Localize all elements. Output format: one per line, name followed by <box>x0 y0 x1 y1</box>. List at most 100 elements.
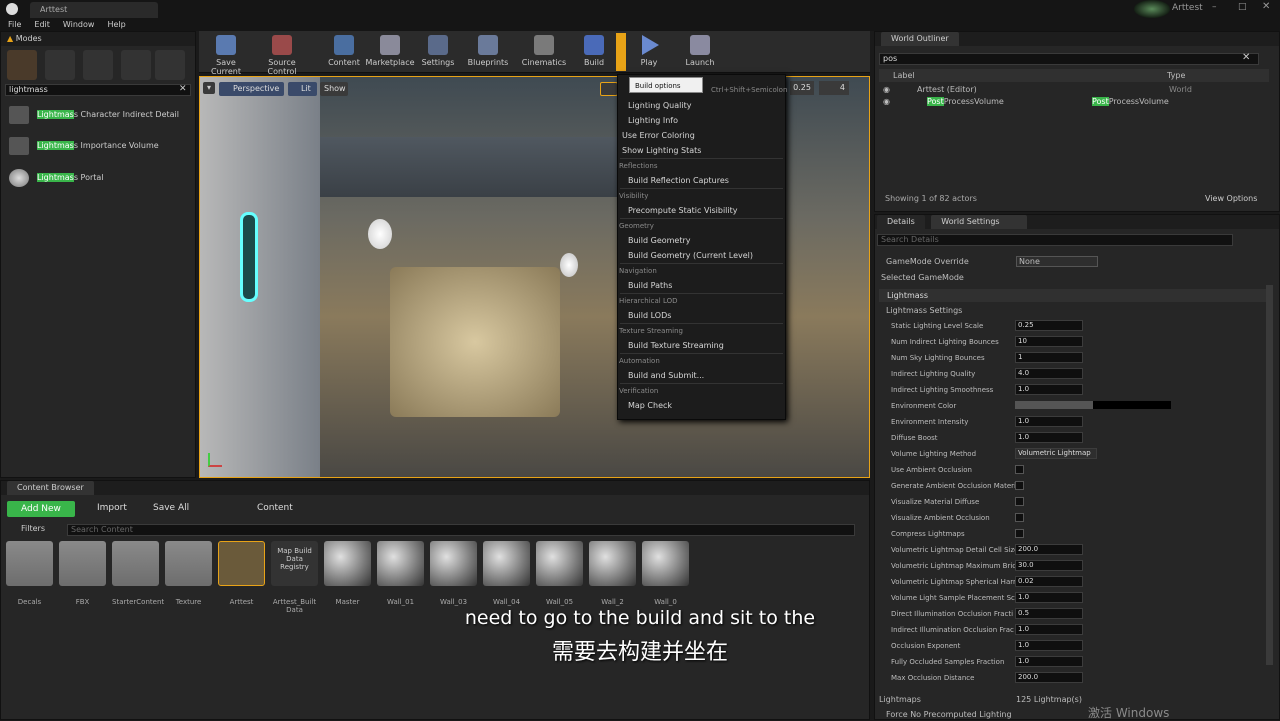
column-label[interactable]: Label <box>893 69 915 82</box>
menu-item[interactable]: Build Texture Streaming <box>618 338 785 353</box>
world-outliner-tab[interactable]: World Outliner <box>875 32 1279 46</box>
gamemode-select[interactable]: None <box>1016 256 1098 267</box>
menu-item[interactable]: Show Lighting Stats <box>618 143 785 158</box>
table-row[interactable]: ◉ PostProcessVolume PostProcessVolume <box>879 96 1269 107</box>
property-value[interactable]: 0.25 <box>1015 320 1083 331</box>
property-checkbox[interactable] <box>1015 513 1024 522</box>
details-scrollbar[interactable] <box>1266 285 1273 665</box>
list-item[interactable]: Lightmass Portal <box>9 169 193 187</box>
tab-details[interactable]: Details <box>877 215 925 229</box>
content-browser-tab[interactable]: Content Browser <box>1 481 869 495</box>
place-mode-icon[interactable] <box>7 50 37 80</box>
launch-button[interactable]: Launch <box>675 31 725 71</box>
add-new-button[interactable]: Add New <box>7 501 75 517</box>
source-control-indicator-icon[interactable] <box>1134 0 1170 18</box>
property-value[interactable]: 0.02 <box>1015 576 1083 587</box>
asset-tile[interactable]: Wall_05 <box>536 541 583 613</box>
path-breadcrumb[interactable]: Content <box>257 503 293 513</box>
asset-tile[interactable]: Decals <box>6 541 53 613</box>
build-button[interactable]: Build <box>570 31 618 71</box>
tab-world-settings[interactable]: World Settings <box>931 215 1028 229</box>
property-value[interactable]: 1.0 <box>1015 384 1083 395</box>
menu-window[interactable]: Window <box>63 20 95 29</box>
menu-item[interactable]: Build Paths <box>618 278 785 293</box>
modes-search-input[interactable]: lightmass <box>5 84 191 96</box>
menu-item[interactable]: Build and Submit... <box>618 368 785 383</box>
property-value[interactable]: 1.0 <box>1015 416 1083 427</box>
property-value[interactable]: 1.0 <box>1015 624 1083 635</box>
perspective-button[interactable]: Perspective <box>219 82 284 96</box>
property-value[interactable]: 1.0 <box>1015 592 1083 603</box>
details-search-input[interactable]: Search Details <box>877 234 1233 246</box>
settings-button[interactable]: Settings <box>413 31 463 71</box>
menu-item[interactable]: Map Check <box>618 398 785 413</box>
minimize-icon[interactable]: – <box>1212 2 1217 12</box>
filters-button[interactable]: Filters <box>21 524 45 533</box>
maximize-icon[interactable]: □ <box>1238 2 1247 12</box>
property-value[interactable]: 1.0 <box>1015 640 1083 651</box>
menu-edit[interactable]: Edit <box>34 20 50 29</box>
menu-item[interactable]: Precompute Static Visibility <box>618 203 785 218</box>
property-value[interactable]: 200.0 <box>1015 672 1083 683</box>
lightmass-settings-row[interactable]: Lightmass Settings <box>886 306 962 315</box>
asset-tile[interactable]: Master <box>324 541 371 613</box>
asset-tile[interactable]: Wall_2 <box>589 541 636 613</box>
asset-tile[interactable]: Wall_0 <box>642 541 689 613</box>
asset-tile[interactable]: StarterContent <box>112 541 164 613</box>
property-value[interactable]: 4.0 <box>1015 368 1083 379</box>
asset-tile[interactable]: Wall_03 <box>430 541 477 613</box>
modes-tab[interactable]: ▲ Modes <box>1 32 195 46</box>
document-tab[interactable]: Arttest <box>30 2 158 18</box>
property-value[interactable]: 30.0 <box>1015 560 1083 571</box>
visibility-eye-icon[interactable]: ◉ <box>883 84 890 95</box>
show-button[interactable]: Show <box>320 82 348 96</box>
geometry-mode-icon[interactable] <box>155 50 185 80</box>
list-item[interactable]: Lightmass Importance Volume <box>9 137 193 155</box>
asset-tile[interactable]: Map Build Data Registry Arttest_Built Dat… <box>271 541 318 614</box>
menu-item[interactable]: Build Reflection Captures <box>618 173 785 188</box>
lightmass-section[interactable]: Lightmass <box>879 289 1271 302</box>
marketplace-button[interactable]: Marketplace <box>365 31 415 71</box>
asset-tile[interactable]: Wall_04 <box>483 541 530 613</box>
environment-color-swatch[interactable] <box>1015 401 1171 409</box>
landscape-mode-icon[interactable] <box>83 50 113 80</box>
asset-tile[interactable]: Wall_01 <box>377 541 424 613</box>
menu-file[interactable]: File <box>8 20 21 29</box>
source-control-button[interactable]: Source Control <box>257 31 307 76</box>
paint-mode-icon[interactable] <box>45 50 75 80</box>
play-button[interactable]: Play <box>624 31 674 71</box>
close-icon[interactable]: ✕ <box>1262 1 1270 12</box>
menu-help[interactable]: Help <box>107 20 125 29</box>
view-options-button[interactable]: View Options <box>1205 194 1257 203</box>
blueprints-button[interactable]: Blueprints <box>463 31 513 71</box>
column-type[interactable]: Type <box>1167 69 1185 82</box>
realtime-toggle-icon[interactable] <box>600 82 618 96</box>
asset-tile[interactable]: Arttest <box>218 541 265 613</box>
save-all-button[interactable]: Save All <box>153 503 189 513</box>
asset-tile[interactable]: FBX <box>59 541 106 613</box>
property-value[interactable]: 1 <box>1015 352 1083 363</box>
property-value[interactable]: 10 <box>1015 336 1083 347</box>
foliage-mode-icon[interactable] <box>121 50 151 80</box>
property-checkbox[interactable] <box>1015 529 1024 538</box>
property-value[interactable]: 1.0 <box>1015 656 1083 667</box>
property-checkbox[interactable] <box>1015 481 1024 490</box>
property-value[interactable]: 0.5 <box>1015 608 1083 619</box>
menu-item[interactable]: Build LODs <box>618 308 785 323</box>
clear-search-icon[interactable]: ✕ <box>179 84 187 94</box>
grid-snap-value[interactable]: 0.25 <box>790 81 814 95</box>
content-search-input[interactable]: Search Content <box>67 524 855 536</box>
visibility-eye-icon[interactable]: ◉ <box>883 96 890 107</box>
table-row[interactable]: ◉ Arttest (Editor) World <box>879 84 1269 95</box>
property-checkbox[interactable] <box>1015 497 1024 506</box>
import-button[interactable]: Import <box>97 503 127 513</box>
cinematics-button[interactable]: Cinematics <box>519 31 569 71</box>
camera-speed-value[interactable]: 4 <box>819 81 849 95</box>
property-value[interactable]: 1.0 <box>1015 432 1083 443</box>
property-value[interactable]: 200.0 <box>1015 544 1083 555</box>
lit-button[interactable]: Lit <box>288 82 317 96</box>
content-button[interactable]: Content <box>319 31 369 71</box>
clear-search-icon[interactable]: ✕ <box>1242 52 1250 63</box>
property-value[interactable]: Volumetric Lightmap <box>1015 448 1097 459</box>
menu-item[interactable]: Build Geometry <box>618 233 785 248</box>
